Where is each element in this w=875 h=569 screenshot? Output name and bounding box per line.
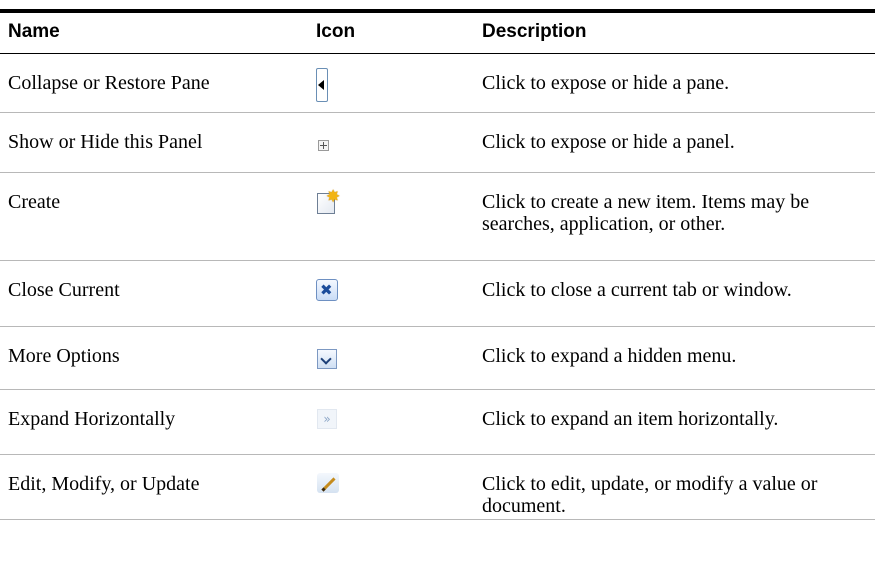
pencil-icon xyxy=(317,473,339,493)
table-row: Create ✸ Click to create a new item. Ite… xyxy=(0,173,875,261)
header-name: Name xyxy=(8,21,60,42)
table-row: More Options Click to expand a hidden me… xyxy=(0,327,875,390)
table-row: Close Current Click to close a current t… xyxy=(0,261,875,327)
table-row: Expand Horizontally » Click to expand an… xyxy=(0,390,875,455)
icon-reference-table: Name Icon Description Collapse or Restor… xyxy=(0,9,875,520)
row-name: Create xyxy=(8,191,61,213)
collapse-pane-icon xyxy=(316,68,328,102)
row-description: Click to create a new item. Items may be… xyxy=(482,191,810,235)
icon-cell xyxy=(316,279,338,301)
row-name: Expand Horizontally xyxy=(8,408,176,430)
table-row: Collapse or Restore Pane Click to expose… xyxy=(0,54,875,113)
row-description: Click to expose or hide a panel. xyxy=(482,131,735,153)
icon-cell xyxy=(318,140,329,151)
create-new-icon: ✸ xyxy=(316,187,341,214)
row-name: Close Current xyxy=(8,279,120,301)
chevron-down-icon xyxy=(317,349,337,369)
header-icon: Icon xyxy=(316,21,356,42)
table-row: Show or Hide this Panel Click to expose … xyxy=(0,113,875,173)
row-description: Click to expose or hide a pane. xyxy=(482,72,730,94)
row-description: Click to edit, update, or modify a value… xyxy=(482,473,818,517)
row-description: Click to close a current tab or window. xyxy=(482,279,792,301)
icon-cell xyxy=(317,473,339,493)
close-x-icon xyxy=(316,279,338,301)
icon-cell xyxy=(317,349,337,369)
header-description: Description xyxy=(482,21,587,42)
row-description: Click to expand a hidden menu. xyxy=(482,345,737,367)
icon-cell: ✸ xyxy=(316,187,341,214)
row-name: Show or Hide this Panel xyxy=(8,131,203,153)
row-name: Edit, Modify, or Update xyxy=(8,473,200,495)
icon-cell: » xyxy=(317,409,337,429)
icon-cell xyxy=(316,68,328,102)
table-header-row: Name Icon Description xyxy=(0,13,875,54)
row-name: Collapse or Restore Pane xyxy=(8,72,210,94)
row-description: Click to expand an item horizontally. xyxy=(482,408,779,430)
plus-box-icon xyxy=(318,140,329,151)
sparkle-shape: ✸ xyxy=(326,187,341,206)
double-chevron-right-icon: » xyxy=(317,409,337,429)
row-name: More Options xyxy=(8,345,120,367)
table-row: Edit, Modify, or Update Click to edit, u… xyxy=(0,455,875,520)
